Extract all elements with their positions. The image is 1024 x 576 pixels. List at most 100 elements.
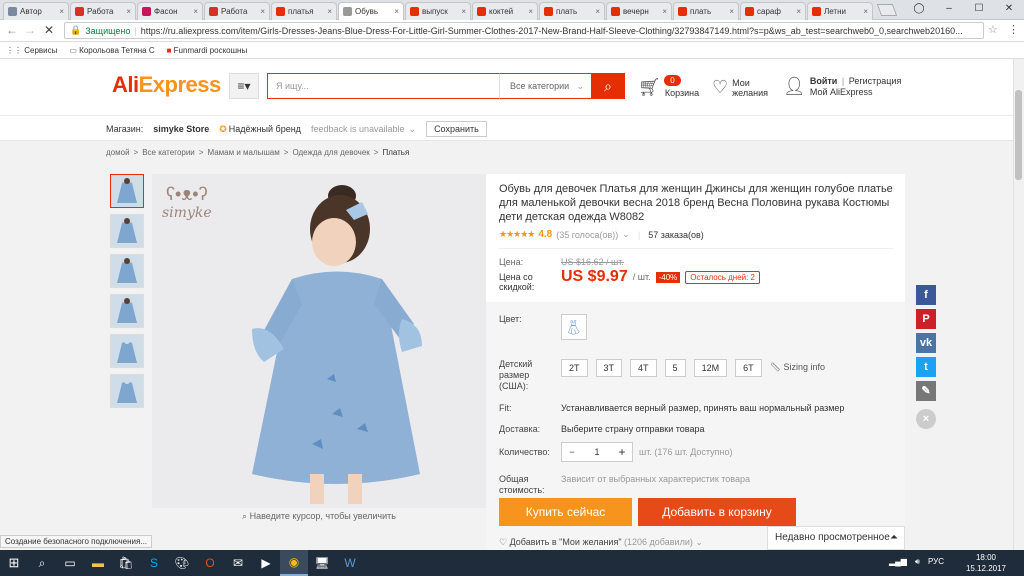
tab-close-icon[interactable]: × — [595, 7, 600, 16]
browser-tab[interactable]: Автор × — [3, 2, 69, 20]
browser-tab[interactable]: плать × — [539, 2, 605, 20]
stop-button[interactable]: ✕ — [44, 23, 54, 37]
browser-tab[interactable]: Работа × — [204, 2, 270, 20]
breadcrumb-item[interactable]: Платья — [382, 148, 409, 157]
aliexpress-logo[interactable]: AliExpress — [112, 72, 221, 98]
browser-tab[interactable]: сараф × — [740, 2, 806, 20]
main-product-image[interactable]: ʕ•ᴥ•ʔ simyke — [152, 174, 486, 508]
tab-close-icon[interactable]: × — [126, 7, 131, 16]
thumbnail-image[interactable] — [110, 174, 144, 208]
tab-close-icon[interactable]: × — [260, 7, 265, 16]
size-option[interactable]: 4T — [630, 359, 657, 377]
quantity-minus-button[interactable]: − — [562, 447, 582, 457]
save-store-button[interactable]: Сохранить — [426, 121, 487, 137]
add-to-cart-button[interactable]: Добавить в корзину — [638, 498, 796, 526]
delivery-text[interactable]: Выберите страну отправки товара — [561, 424, 704, 434]
tab-close-icon[interactable]: × — [662, 7, 667, 16]
profile-icon[interactable]: ◯ — [904, 0, 934, 20]
search-button[interactable]: ⌕ — [591, 73, 625, 99]
browser-tab[interactable]: Обувь × — [338, 2, 404, 20]
tab-close-icon[interactable]: × — [394, 7, 399, 16]
size-option[interactable]: 12M — [693, 359, 728, 377]
menu-icon[interactable]: ⋮ — [1008, 23, 1019, 36]
address-bar[interactable]: 🔒 Защищено | https://ru.aliexpress.com/i… — [64, 22, 984, 39]
skype-icon[interactable]: S — [140, 550, 168, 576]
breadcrumb-item[interactable]: Все категории — [142, 148, 195, 157]
register-link[interactable]: Регистрация — [849, 76, 902, 86]
search-input[interactable]: Я ищу... — [267, 73, 500, 99]
tab-close-icon[interactable]: × — [59, 7, 64, 16]
chrome-icon[interactable]: ◉ — [280, 550, 308, 576]
bookmark-item[interactable]: ■ Funmardi роскошны — [167, 46, 248, 55]
browser-tab[interactable]: коктей × — [472, 2, 538, 20]
bookmark-item[interactable]: ▭ Корольова Тетяна С — [69, 46, 154, 55]
store-name[interactable]: simyke Store — [153, 124, 209, 134]
buy-now-button[interactable]: Купить сейчас — [499, 498, 632, 526]
back-button[interactable]: ← — [6, 23, 18, 37]
add-to-wishlist-link[interactable]: ♡ Добавить в "Мои желания" (1206 добавил… — [499, 537, 703, 548]
maximize-button[interactable]: ☐ — [964, 0, 994, 20]
recently-viewed-button[interactable]: Недавно просмотренное ⏶ — [767, 526, 905, 550]
task-view-icon[interactable]: ▭ — [56, 550, 84, 576]
breadcrumb-item[interactable]: Одежда для девочек — [292, 148, 369, 157]
close-window-button[interactable]: ✕ — [994, 0, 1024, 20]
thumbnail-image[interactable] — [110, 214, 144, 248]
chevron-down-icon[interactable]: ⌄ — [622, 229, 630, 240]
quantity-plus-button[interactable]: + — [612, 445, 632, 459]
tab-close-icon[interactable]: × — [327, 7, 332, 16]
browser-tab[interactable]: Фасон × — [137, 2, 203, 20]
tab-close-icon[interactable]: × — [729, 7, 734, 16]
file-explorer-icon[interactable]: ▬ — [84, 550, 112, 576]
bookmark-item[interactable]: ⋮⋮ Сервисы — [6, 46, 57, 55]
office-icon[interactable]: O — [196, 550, 224, 576]
pencil-icon[interactable]: ✎ — [916, 381, 936, 401]
paint-icon[interactable]: 🎨︎ — [168, 550, 196, 576]
category-select[interactable]: Все категории ⌄ — [499, 73, 592, 99]
facebook-icon[interactable]: f — [916, 285, 936, 305]
volume-icon[interactable]: 🔊︎ — [915, 557, 920, 567]
browser-tab[interactable]: вечерн × — [606, 2, 672, 20]
forward-button[interactable]: → — [24, 23, 36, 37]
media-icon[interactable]: ▶ — [252, 550, 280, 576]
browser-tab[interactable]: выпуск × — [405, 2, 471, 20]
size-option[interactable]: 6T — [735, 359, 762, 377]
store-icon[interactable]: 🛍︎ — [112, 550, 140, 576]
color-swatch-blue-dress[interactable]: 👗︎ — [561, 314, 587, 340]
close-icon[interactable]: × — [916, 409, 936, 429]
windows-start-icon[interactable]: ⊞ — [0, 550, 28, 576]
pinterest-icon[interactable]: P — [916, 309, 936, 329]
tab-close-icon[interactable]: × — [193, 7, 198, 16]
network-icon[interactable]: ▂▄▆ — [889, 557, 907, 567]
wishlist-link[interactable]: ♡ Мои желания — [712, 77, 768, 98]
my-account-link[interactable]: Мой AliExpress — [810, 87, 873, 97]
minimize-button[interactable]: – — [934, 0, 964, 20]
size-option[interactable]: 3T — [595, 359, 623, 377]
browser-tab[interactable]: Летни × — [807, 2, 873, 20]
browser-tab[interactable]: Работа × — [70, 2, 136, 20]
size-option[interactable]: 5 — [664, 359, 686, 377]
vk-icon[interactable]: vk — [916, 333, 936, 353]
browser-tab[interactable]: плать × — [673, 2, 739, 20]
category-menu-button[interactable]: ≡▾ — [229, 73, 259, 99]
twitter-icon[interactable]: t — [916, 357, 936, 377]
sizing-info-link[interactable]: 📏︎ Sizing info — [770, 359, 825, 375]
breadcrumb-item[interactable]: домой — [106, 148, 130, 157]
star-icon[interactable]: ☆ — [988, 23, 998, 36]
mail-icon[interactable]: ✉ — [224, 550, 252, 576]
word-icon[interactable]: W — [336, 550, 364, 576]
thumbnail-image[interactable] — [110, 374, 144, 408]
language-indicator[interactable]: РУС — [928, 557, 944, 567]
thumbnail-image[interactable] — [110, 294, 144, 328]
new-tab-button[interactable] — [876, 4, 898, 16]
tab-close-icon[interactable]: × — [863, 7, 868, 16]
tab-close-icon[interactable]: × — [796, 7, 801, 16]
votes-count[interactable]: (35 голоса(ов)) — [556, 230, 618, 240]
tab-close-icon[interactable]: × — [528, 7, 533, 16]
scrollbar-thumb[interactable] — [1015, 90, 1022, 180]
computer-icon[interactable]: 🖥︎ — [308, 550, 336, 576]
login-link[interactable]: Войти — [810, 76, 837, 86]
chevron-down-icon[interactable]: ⌄ — [409, 124, 417, 135]
breadcrumb-item[interactable]: Мамам и малышам — [207, 148, 279, 157]
size-option[interactable]: 2T — [561, 359, 588, 377]
thumbnail-image[interactable] — [110, 334, 144, 368]
